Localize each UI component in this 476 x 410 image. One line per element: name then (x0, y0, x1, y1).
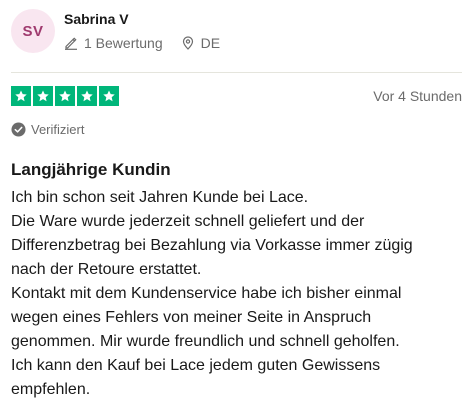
review-date: Vor 4 Stunden (373, 88, 462, 104)
divider (11, 72, 462, 73)
pencil-icon (64, 36, 78, 50)
avatar[interactable]: SV (11, 9, 55, 53)
review-title: Langjährige Kundin (11, 160, 171, 179)
star-icon (11, 86, 31, 106)
star-icon (33, 86, 53, 106)
verified-label: Verifiziert (31, 122, 85, 137)
review-body-line: Differenzbetrag bei Bezahlung via Vorkas… (11, 237, 413, 254)
review-body-line: Ich bin schon seit Jahren Kunde bei Lace… (11, 189, 309, 206)
review-body-line: Ich kann den Kauf bei Lace jedem guten G… (11, 357, 381, 374)
review-body-line: Kontakt mit dem Kundenservice habe ich b… (11, 285, 402, 302)
reviewer-meta: 1 Bewertung DE (64, 35, 220, 51)
verified-check-icon (11, 122, 26, 137)
star-rating (11, 86, 119, 106)
reviewer-name[interactable]: Sabrina V (64, 11, 129, 27)
review-body-line: empfehlen. (11, 381, 91, 398)
avatar-initials: SV (22, 22, 44, 40)
review-body: Ich bin schon seit Jahren Kunde bei Lace… (11, 186, 466, 402)
star-icon (99, 86, 119, 106)
review-card: SV Sabrina V 1 Bewertung DE Vor 4 Stunde… (0, 0, 476, 410)
review-body-line: nach der Retoure erstattet. (11, 261, 202, 278)
country-code: DE (200, 35, 221, 51)
review-body-line: Die Ware wurde jederzeit schnell geliefe… (11, 213, 365, 230)
location-pin-icon (181, 36, 195, 50)
review-body-line: wegen eines Fehlers von meiner Seite in … (11, 309, 372, 326)
star-icon (55, 86, 75, 106)
reviews-count: 1 Bewertung (84, 35, 163, 51)
review-body-line: genommen. Mir wurde freundlich und schne… (11, 333, 400, 350)
verified-badge[interactable]: Verifiziert (11, 122, 84, 137)
star-icon (77, 86, 97, 106)
